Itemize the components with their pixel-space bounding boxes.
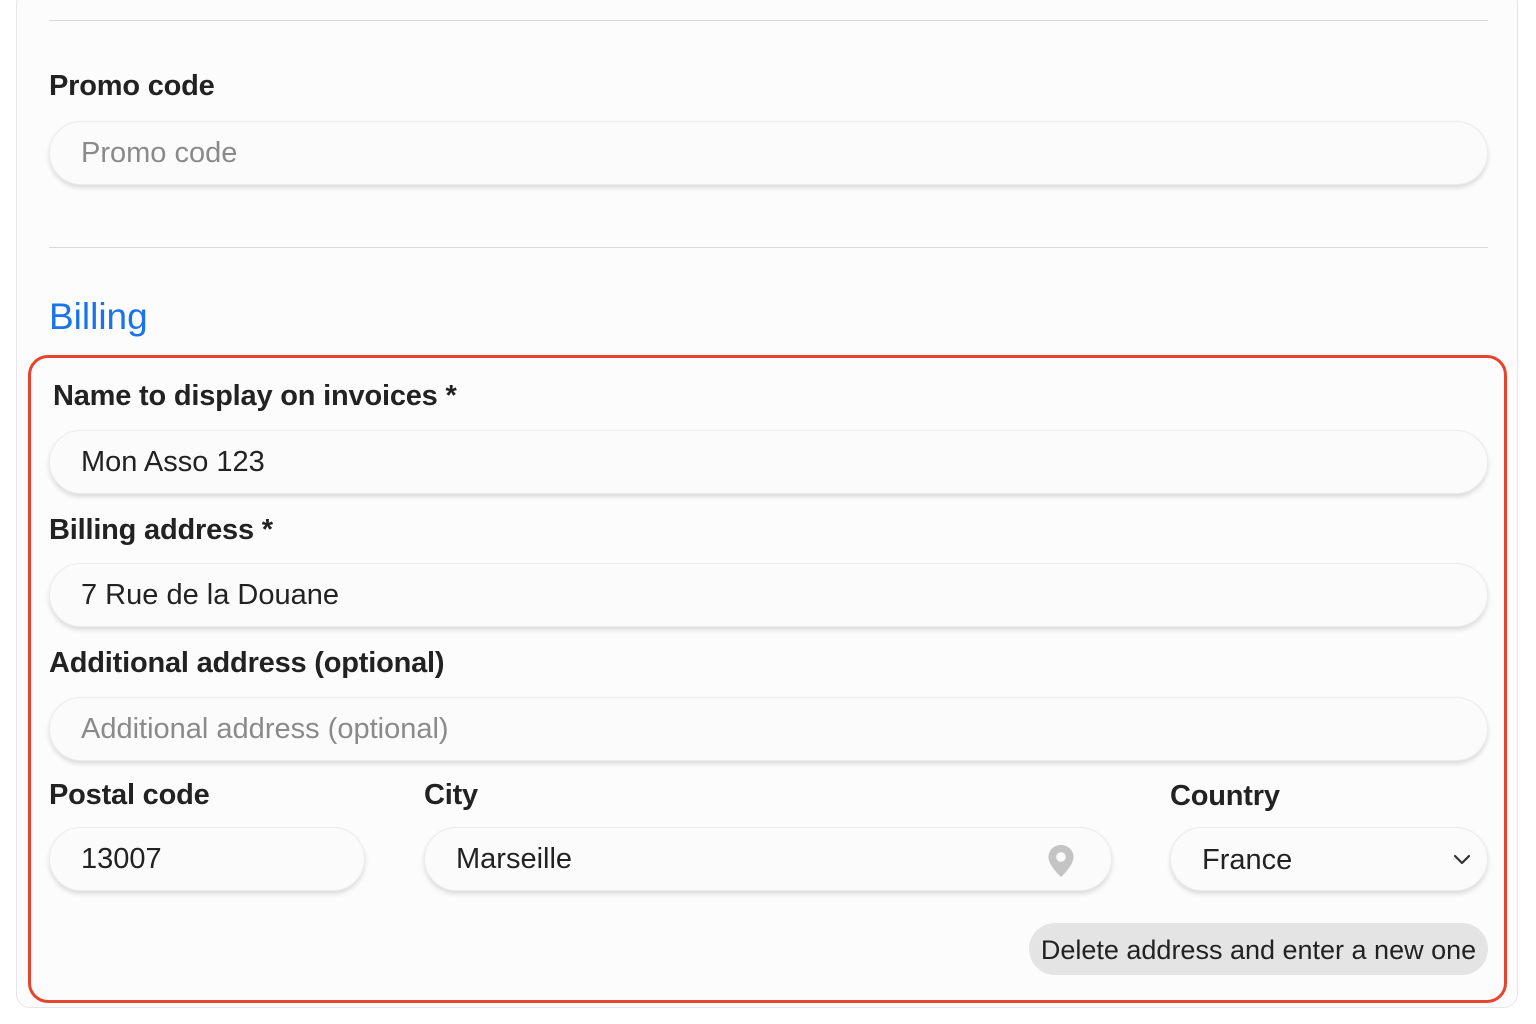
city-label: City [424, 779, 478, 811]
chevron-down-icon[interactable] [1453, 852, 1471, 866]
promo-code-label: Promo code [49, 70, 215, 102]
postal-code-field[interactable] [49, 827, 365, 891]
billing-address-label: Billing address * [49, 514, 273, 546]
city-input[interactable] [425, 828, 1111, 890]
promo-code-field[interactable] [49, 121, 1488, 185]
additional-address-label: Additional address (optional) [49, 647, 445, 679]
postal-code-input[interactable] [50, 828, 364, 890]
postal-code-label: Postal code [49, 779, 210, 811]
invoice-name-field[interactable] [49, 430, 1488, 494]
city-field[interactable] [424, 827, 1112, 891]
promo-code-input[interactable] [50, 122, 1487, 184]
billing-section-title: Billing [49, 296, 148, 337]
additional-address-field[interactable] [49, 697, 1488, 761]
billing-address-input[interactable] [50, 564, 1487, 626]
delete-address-button[interactable]: Delete address and enter a new one [1029, 923, 1488, 975]
invoice-name-input[interactable] [50, 431, 1487, 493]
billing-address-field[interactable] [49, 563, 1488, 627]
divider-top [49, 20, 1488, 21]
country-select[interactable]: France [1170, 827, 1488, 891]
country-label: Country [1170, 780, 1280, 812]
country-selected-value: France [1202, 844, 1293, 876]
location-pin-icon[interactable] [1047, 844, 1075, 878]
divider-middle [49, 247, 1488, 248]
invoice-name-label: Name to display on invoices * [53, 380, 457, 412]
additional-address-input[interactable] [50, 698, 1487, 760]
